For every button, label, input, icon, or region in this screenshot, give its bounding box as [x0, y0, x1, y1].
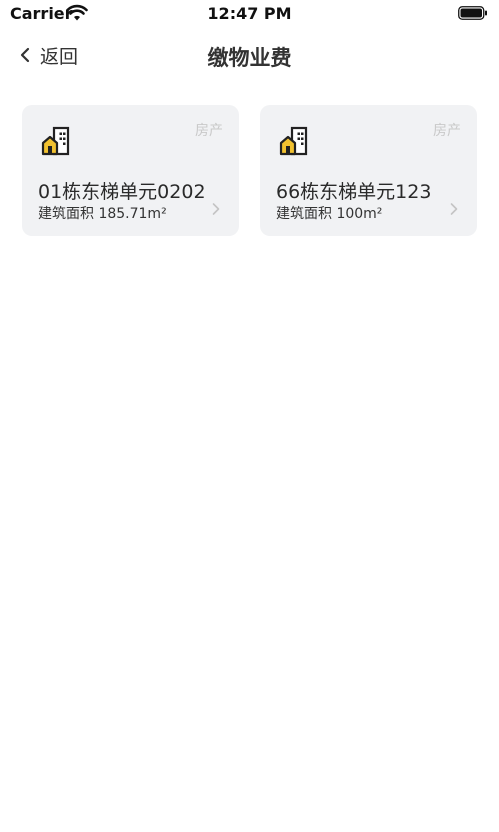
navigation-bar: 返回 缴物业费	[0, 30, 499, 80]
chevron-right-icon	[212, 203, 220, 215]
status-bar: Carrier 12:47 PM	[0, 0, 499, 28]
clock-time: 12:47 PM	[207, 4, 292, 23]
property-area: 建筑面积 185.71m²	[38, 206, 167, 222]
property-card[interactable]: 房产 66栋东梯单元123 建筑面积 100m²	[260, 105, 477, 236]
property-area: 建筑面积 100m²	[276, 206, 383, 222]
chevron-right-icon	[450, 203, 458, 215]
building-icon	[279, 126, 308, 156]
property-tag: 房产	[195, 123, 223, 139]
property-name: 01栋东梯单元0202	[38, 181, 206, 203]
property-tag: 房产	[433, 123, 461, 139]
battery-icon	[458, 6, 487, 20]
property-card[interactable]: 房产 01栋东梯单元0202 建筑面积 185.71m²	[22, 105, 239, 236]
page-title: 缴物业费	[207, 46, 292, 70]
building-icon	[41, 126, 70, 156]
property-name: 66栋东梯单元123	[276, 181, 432, 203]
